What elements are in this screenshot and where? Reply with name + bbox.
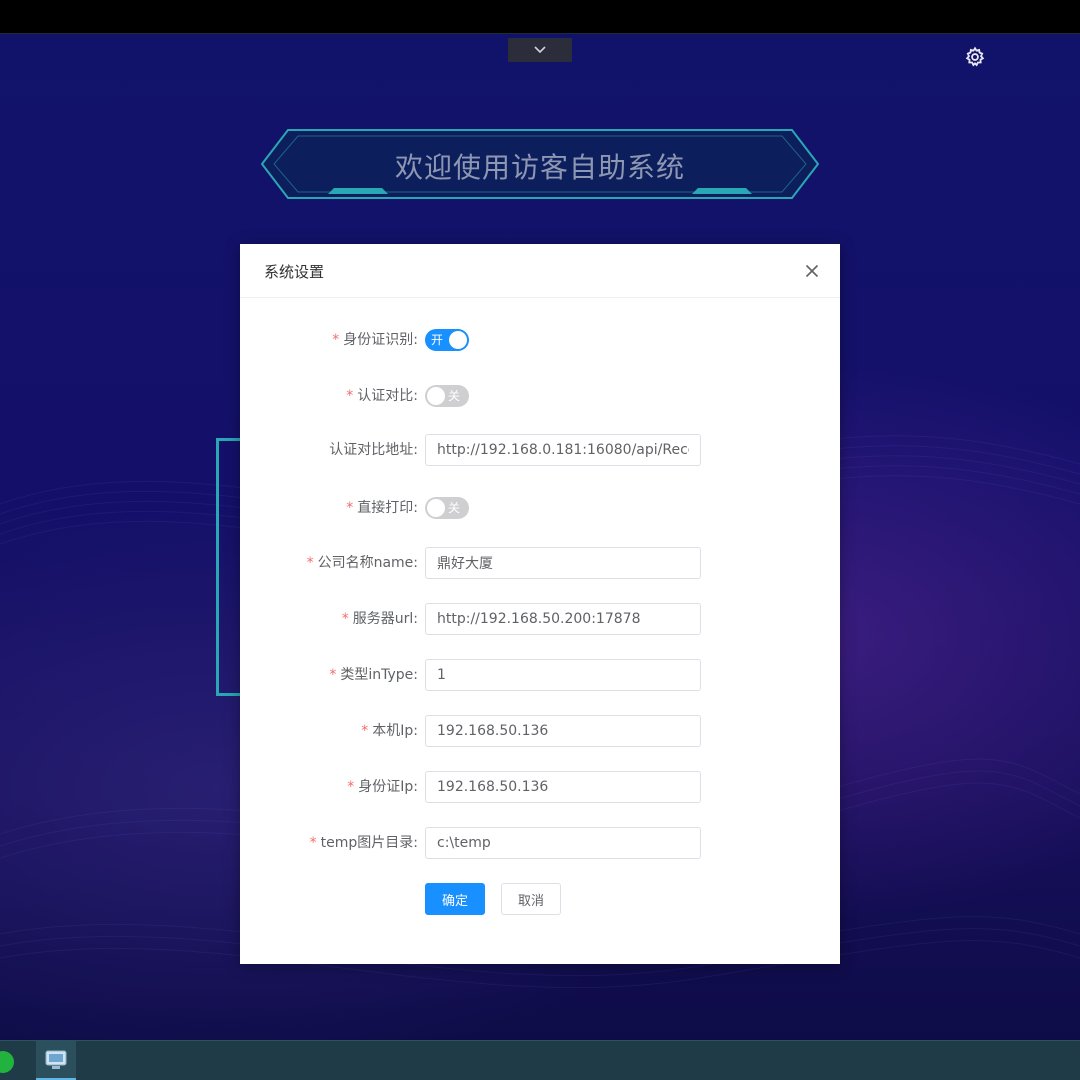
form-row-in-type: * 类型inType: (240, 659, 840, 691)
gear-icon[interactable] (964, 46, 986, 68)
chevron-down-icon (534, 46, 546, 54)
switch-text: 关 (448, 501, 461, 515)
local-ip-input[interactable] (425, 715, 701, 747)
label-text: 公司名称name: (317, 555, 418, 571)
cancel-button[interactable]: 取消 (501, 883, 561, 915)
required-mark: * (329, 667, 337, 683)
required-mark: * (309, 835, 317, 851)
id-card-recognition-switch[interactable]: 开 (425, 329, 469, 351)
required-mark: * (347, 779, 355, 795)
label-text: 认证对比: (357, 388, 418, 404)
required-mark: * (306, 555, 314, 571)
field-label: * 服务器url: (240, 603, 420, 635)
field-label: * 直接打印: (240, 492, 420, 524)
required-mark: * (346, 388, 354, 404)
field-label: * 类型inType: (240, 659, 420, 691)
required-mark: * (332, 332, 340, 348)
field-label: * temp图片目录: (240, 827, 420, 859)
label-text: temp图片目录: (320, 835, 418, 851)
label-text: 认证对比地址: (329, 442, 418, 458)
taskbar-app-button[interactable] (36, 1041, 76, 1080)
form-row-direct-print: * 直接打印: 关 (240, 492, 840, 524)
form-row-company-name: * 公司名称name: (240, 547, 840, 579)
id-card-ip-input[interactable] (425, 771, 701, 803)
in-type-input[interactable] (425, 659, 701, 691)
required-mark: * (346, 500, 354, 516)
banner-title: 欢迎使用访客自助系统 (394, 151, 685, 184)
wechat-icon[interactable] (0, 1051, 14, 1073)
confirm-button[interactable]: 确定 (425, 883, 485, 915)
form-row-server-url: * 服务器url: (240, 603, 840, 635)
required-mark: * (341, 611, 349, 627)
settings-dialog: 系统设置 *身份证识别: 开 *认证对比: 关 认证对比地址: *直接打印: 关 (240, 244, 840, 964)
taskbar (0, 1040, 1080, 1080)
dialog-title: 系统设置 (264, 263, 325, 281)
label-text: 本机Ip: (372, 723, 418, 739)
required-mark: * (361, 723, 369, 739)
label-text: 服务器url: (352, 611, 418, 627)
field-label: * 本机Ip: (240, 715, 420, 747)
form-row-temp-dir: * temp图片目录: (240, 827, 840, 859)
window-top-bar (0, 0, 1080, 34)
dialog-header: 系统设置 (240, 244, 840, 298)
field-label: * 认证对比: (240, 380, 420, 412)
switch-text: 关 (448, 389, 461, 403)
auth-compare-switch[interactable]: 关 (425, 385, 469, 407)
form-row-id-card-recognition: * 身份证识别: 开 (240, 324, 840, 356)
server-url-input[interactable] (425, 603, 701, 635)
switch-knob (449, 331, 467, 349)
field-label: * 身份证Ip: (240, 771, 420, 803)
field-label: * 公司名称name: (240, 547, 420, 579)
label-text: 身份证Ip: (358, 779, 418, 795)
label-text: 身份证识别: (343, 332, 418, 348)
temp-dir-input[interactable] (425, 827, 701, 859)
switch-knob (427, 499, 445, 517)
app-icon (45, 1050, 67, 1069)
switch-text: 开 (431, 333, 444, 347)
switch-knob (427, 387, 445, 405)
close-icon (805, 264, 819, 278)
company-name-input[interactable] (425, 547, 701, 579)
close-button[interactable] (802, 261, 822, 281)
form-row-local-ip: * 本机Ip: (240, 715, 840, 747)
form-row-auth-compare: * 认证对比: 关 (240, 380, 840, 412)
direct-print-switch[interactable]: 关 (425, 497, 469, 519)
field-label: * 身份证识别: (240, 324, 420, 356)
collapse-toggle[interactable] (508, 38, 572, 62)
panel-frame-left (216, 438, 240, 696)
label-text: 直接打印: (357, 500, 418, 516)
auth-compare-url-input[interactable] (425, 434, 701, 466)
field-label: 认证对比地址: (240, 434, 420, 466)
form-row-id-card-ip: * 身份证Ip: (240, 771, 840, 803)
form-row-auth-compare-url: 认证对比地址: (240, 434, 840, 466)
label-text: 类型inType: (340, 667, 418, 683)
